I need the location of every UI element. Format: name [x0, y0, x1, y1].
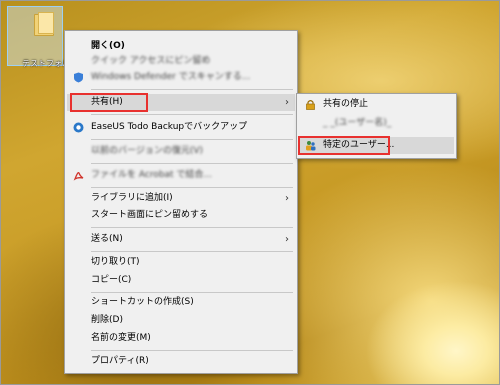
menu-separator — [91, 114, 293, 115]
menu-separator — [91, 251, 293, 252]
menu-item-pin-to-start[interactable]: スタート画面にピン留めする — [67, 207, 295, 224]
lock-icon — [306, 100, 315, 110]
menu-item-label: EaseUS Todo Backupでバックアップ — [91, 122, 248, 132]
menu-item-label: ショートカットの作成(S) — [91, 297, 194, 307]
menu-item-label: コピー(C) — [91, 275, 132, 285]
menu-item-label: 切り取り(T) — [91, 257, 140, 267]
menu-item-properties[interactable]: プロパティ(R) — [67, 353, 295, 370]
submenu-item-label: 共有の停止 — [323, 99, 369, 109]
specific-people-highlight-box — [298, 136, 390, 155]
menu-item-label: Windows Defender でスキャンする... — [91, 72, 251, 82]
menu-item-label: ライブラリに追加(I) — [91, 193, 173, 203]
chevron-right-icon: › — [285, 234, 289, 245]
menu-separator — [91, 350, 293, 351]
menu-item-send-to[interactable]: 送る(N) › — [67, 231, 295, 248]
menu-separator — [91, 227, 293, 228]
menu-item-label: 送る(N) — [91, 234, 123, 244]
desktop-folder-icon[interactable]: テストフォル... — [7, 6, 78, 68]
menu-item-rename[interactable]: 名前の変更(M) — [67, 330, 295, 347]
menu-separator — [91, 89, 293, 90]
menu-item-label: プロパティ(R) — [91, 356, 149, 366]
menu-item-label: 開く(O) — [91, 41, 125, 51]
menu-item-label: 以前のバージョンの復元(V) — [91, 146, 203, 156]
share-highlight-box — [70, 93, 148, 112]
menu-item-label: 名前の変更(M) — [91, 333, 151, 343]
menu-item-cut[interactable]: 切り取り(T) — [67, 254, 295, 271]
context-menu: 開く(O) クイック アクセスにピン留め Windows Defender でス… — [64, 30, 298, 374]
menu-item-copy[interactable]: コピー(C) — [67, 272, 295, 289]
menu-item-restore-versions[interactable]: 以前のバージョンの復元(V) — [67, 143, 295, 160]
menu-item-delete[interactable]: 削除(D) — [67, 312, 295, 329]
menu-item-label: クイック アクセスにピン留め — [91, 56, 211, 66]
menu-item-create-shortcut[interactable]: ショートカットの作成(S) — [67, 294, 295, 311]
chevron-right-icon: › — [285, 193, 289, 204]
menu-separator — [91, 292, 293, 293]
menu-separator — [91, 163, 293, 164]
menu-item-add-to-library[interactable]: ライブラリに追加(I) › — [67, 190, 295, 207]
easeus-icon — [73, 122, 84, 133]
menu-item-defender-scan[interactable]: Windows Defender でスキャンする... — [67, 69, 295, 86]
defender-shield-icon — [74, 72, 83, 83]
menu-item-label: スタート画面にピン留めする — [91, 210, 209, 220]
submenu-item-user[interactable]: _ _(ユーザー名)_ — [299, 115, 454, 132]
submenu-item-label: _ _(ユーザー名)_ — [323, 118, 392, 128]
acrobat-icon — [73, 171, 84, 181]
menu-item-acrobat-combine[interactable]: ファイルを Acrobat で結合... — [67, 167, 295, 184]
folder-icon — [32, 11, 54, 36]
menu-item-label: 削除(D) — [91, 315, 123, 325]
chevron-right-icon: › — [285, 97, 289, 108]
menu-separator — [91, 187, 293, 188]
menu-separator — [91, 139, 293, 140]
menu-item-label: ファイルを Acrobat で結合... — [91, 170, 213, 180]
submenu-item-stop-sharing[interactable]: 共有の停止 — [299, 96, 454, 113]
menu-item-easeus-backup[interactable]: EaseUS Todo Backupでバックアップ — [67, 119, 295, 136]
menu-item-pin-quick-access[interactable]: クイック アクセスにピン留め — [67, 53, 295, 70]
